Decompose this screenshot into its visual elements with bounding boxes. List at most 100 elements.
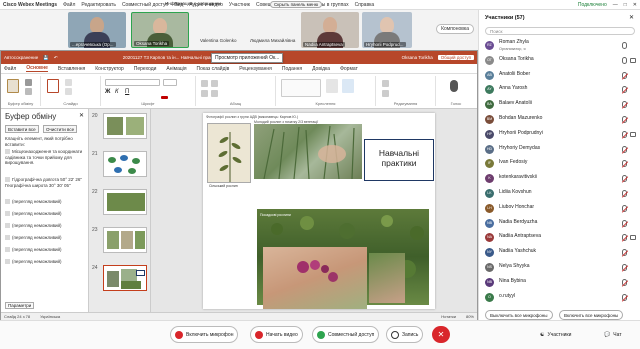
dictate-icon[interactable]: [450, 80, 458, 92]
copy-icon[interactable]: [25, 88, 32, 95]
menu-participant[interactable]: Участник: [229, 2, 250, 8]
participant-row[interactable]: RZ Roman Zhyla Организатор, я: [483, 39, 637, 53]
save-icon[interactable]: 💾: [43, 55, 49, 61]
layout-button[interactable]: Компоновка: [436, 24, 474, 34]
tab-home[interactable]: Основне: [26, 65, 48, 72]
mic-muted-icon[interactable]: [622, 219, 627, 227]
new-slide-icon[interactable]: [47, 79, 59, 93]
layout-icon[interactable]: [65, 79, 72, 86]
autosave-label[interactable]: Автосохранение: [4, 55, 38, 60]
participant-row[interactable]: BM Bohdan Mazurenko: [483, 113, 637, 127]
font-family-select[interactable]: [105, 79, 160, 86]
mic-muted-icon[interactable]: [622, 249, 627, 257]
tab-design[interactable]: Конструктор: [95, 66, 124, 72]
mic-muted-icon[interactable]: [622, 175, 627, 183]
participant-row[interactable]: NY Nadiia Yashchuk: [483, 246, 637, 260]
participant-row[interactable]: AB Anatolii Bober: [483, 69, 637, 83]
menu-share[interactable]: Совместный доступ: [122, 2, 168, 8]
mic-muted-icon[interactable]: [622, 71, 627, 79]
minimize-icon[interactable]: —: [613, 2, 618, 8]
share-button[interactable]: Совместный доступ: [312, 326, 380, 343]
participant-row[interactable]: Oo.rutyyl: [483, 291, 637, 305]
record-button[interactable]: Запись: [386, 326, 424, 343]
close-pane-icon[interactable]: ✕: [79, 112, 84, 119]
clipboard-item[interactable]: Гідрографічна довгота 50° 22' 26" Геогра…: [5, 177, 85, 188]
tab-file[interactable]: Файл: [4, 66, 16, 72]
paste-all-button[interactable]: Вставити все: [5, 125, 39, 133]
mic-icon[interactable]: [622, 42, 627, 49]
undo-icon[interactable]: ↶: [54, 55, 58, 61]
participant-row[interactable]: OT Oksana Torikha: [483, 54, 637, 68]
participant-row[interactable]: NB Nina Bybina: [483, 276, 637, 290]
align-left-icon[interactable]: [201, 90, 208, 97]
clipboard-item[interactable]: (перегляд неможливий): [5, 223, 85, 229]
mic-muted-icon[interactable]: [622, 190, 627, 197]
arrange-icon[interactable]: [326, 79, 338, 93]
participant-row[interactable]: IF Ivan Fedosiy: [483, 157, 637, 171]
clear-all-button[interactable]: Очистити все: [43, 125, 78, 133]
start-video-button[interactable]: Начать видео: [250, 326, 303, 343]
participant-row[interactable]: NA Nadiia Antraptseva: [483, 231, 637, 245]
unmute-all-button[interactable]: Включить все микрофоны: [559, 310, 624, 320]
bold-icon[interactable]: Ж: [105, 89, 110, 95]
close-icon[interactable]: ✕: [633, 2, 637, 8]
tab-view[interactable]: Подання: [282, 66, 302, 72]
tab-transitions[interactable]: Переходи: [134, 66, 157, 72]
video-tile[interactable]: Hryhorii Podprud...: [362, 12, 412, 48]
tab-help[interactable]: Довідка: [312, 66, 330, 72]
end-meeting-button[interactable]: ✕: [432, 326, 450, 343]
participant-row[interactable]: NS Nelya Shyyka: [483, 261, 637, 275]
clipboard-item[interactable]: (перегляд неможливий): [5, 247, 85, 253]
bullets-icon[interactable]: [201, 80, 208, 87]
participant-row[interactable]: LH Liubov Honchar: [483, 202, 637, 216]
mic-muted-icon[interactable]: [622, 264, 627, 271]
font-size-select[interactable]: [163, 79, 177, 86]
mic-icon[interactable]: [622, 56, 627, 64]
plant-photo[interactable]: [369, 253, 405, 303]
participant-row[interactable]: LK Lidiia Kovshun: [483, 187, 637, 201]
maximize-icon[interactable]: □: [624, 2, 627, 8]
cut-icon[interactable]: [25, 79, 32, 86]
reset-icon[interactable]: [65, 88, 72, 95]
shapes-gallery[interactable]: [281, 79, 321, 97]
hide-menu-button[interactable]: Скрыть панель меню: [270, 1, 323, 8]
clipboard-item[interactable]: (перегляд неможливий): [5, 235, 85, 241]
chat-button[interactable]: 💬 Чат: [600, 326, 626, 343]
herbarium-image[interactable]: [207, 123, 251, 183]
numbering-icon[interactable]: [211, 80, 218, 87]
mic-muted-icon[interactable]: [622, 160, 627, 168]
participant-row[interactable]: Kkotenkaravitivskii: [483, 172, 637, 186]
video-tile[interactable]: ...ергачевська (Ор...: [68, 12, 126, 48]
mic-muted-icon[interactable]: [622, 234, 627, 242]
participant-row[interactable]: HD Hryhoriy Demydas: [483, 143, 637, 157]
unmute-button[interactable]: Включить микрофон: [170, 326, 239, 343]
video-tile-active[interactable]: Oksana Torikha: [131, 12, 189, 48]
slide-thumbnail[interactable]: [103, 113, 147, 139]
participants-search-input[interactable]: Поиск: [485, 27, 635, 35]
mic-muted-icon[interactable]: [622, 293, 627, 301]
italic-icon[interactable]: К: [115, 89, 119, 95]
paste-icon[interactable]: [7, 79, 19, 93]
clipboard-options-button[interactable]: Параметри: [5, 302, 35, 309]
tab-format[interactable]: Формат: [340, 66, 358, 72]
zoom-level[interactable]: 80%: [466, 314, 474, 319]
slide-thumbnail[interactable]: [103, 151, 147, 177]
meeting-info-link[interactable]: Информация о совещании: [165, 1, 221, 6]
find-icon[interactable]: [382, 80, 389, 87]
flower-hand-photo[interactable]: [263, 247, 367, 309]
underline-icon[interactable]: П: [125, 89, 129, 95]
notes-button[interactable]: Нотатки: [441, 314, 456, 319]
tab-insert[interactable]: Вставлення: [58, 66, 85, 72]
share-status[interactable]: Общий доступ: [437, 55, 474, 60]
grass-photo[interactable]: [254, 124, 362, 180]
mic-muted-icon[interactable]: [622, 204, 627, 212]
menu-edit[interactable]: Редактировать: [81, 2, 116, 8]
tab-slideshow[interactable]: Показ слайдів: [197, 66, 230, 72]
participant-row[interactable]: AY Anna Yarosh: [483, 83, 637, 97]
slide-thumbnail[interactable]: [103, 189, 147, 215]
participants-toggle-button[interactable]: ☯ Участники: [536, 326, 575, 343]
clipboard-item[interactable]: (перегляд неможливий): [5, 199, 85, 205]
font-color-icon[interactable]: [161, 96, 168, 99]
tab-review[interactable]: Рецензування: [239, 66, 272, 72]
clipboard-item[interactable]: (перегляд неможливий): [5, 211, 85, 217]
